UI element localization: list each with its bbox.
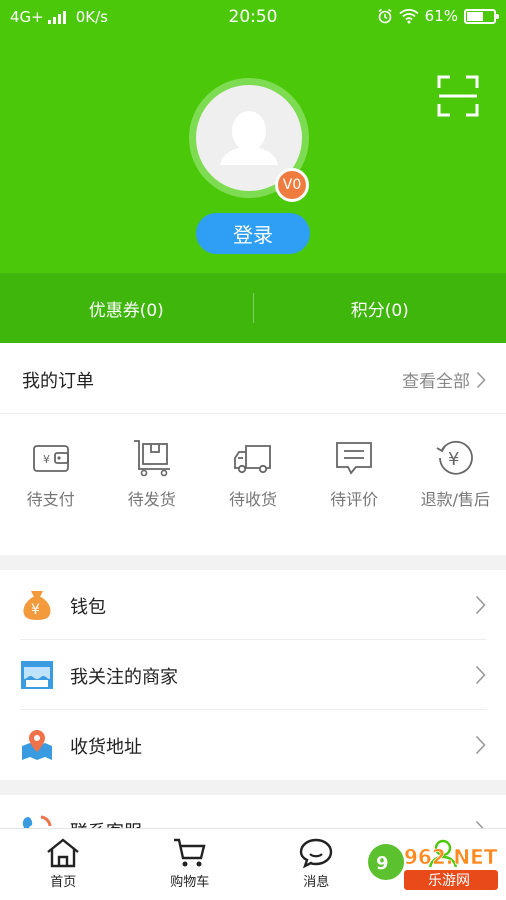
order-item-pending-payment[interactable]: ¥ 待支付 [0,438,101,510]
menu-item-shipping-address[interactable]: 收货地址 [0,710,506,780]
menu-item-followed-stores[interactable]: 我关注的商家 [0,640,506,710]
refund-icon: ¥ [436,440,474,475]
wallet-icon: ¥ [32,445,69,472]
scan-icon[interactable] [436,74,480,118]
status-bar: 4G+ 0K/s 20:50 61% [0,0,506,34]
order-label: 待收货 [228,490,277,509]
order-label: 待发货 [127,490,176,509]
menu-label: 钱包 [70,597,106,618]
watermark-logo: 9 962.NET 乐游网 [368,844,498,890]
orders-header: 我的订单 查看全部 [0,343,506,414]
tab-messages[interactable]: 消息 [253,829,380,900]
order-item-pending-receipt[interactable]: 待收货 [202,438,303,510]
message-icon [300,838,333,869]
truck-icon [234,445,271,474]
vip-level-badge: V0 [275,168,309,202]
stats-bar: 优惠券(0) 积分(0) [0,273,506,343]
order-status-list: ¥ 待支付 待发货 待收货 待评价 ¥ 退款/售后 [0,438,506,510]
svg-text:¥: ¥ [448,449,459,470]
chevron-right-icon [475,595,486,615]
chevron-right-icon [475,735,486,755]
chevron-right-icon [475,665,486,685]
orders-title: 我的订单 [22,371,94,392]
view-all-label: 查看全部 [402,372,470,392]
wifi-icon [399,9,419,24]
watermark-subtitle: 乐游网 [428,873,470,889]
home-icon [47,838,79,868]
status-right: 61% [377,7,499,25]
location-map-icon [22,730,52,760]
order-label: 待支付 [26,490,75,509]
package-icon [133,440,170,477]
store-icon [21,661,53,689]
svg-text:¥: ¥ [31,602,40,618]
order-item-refund[interactable]: ¥ 退款/售后 [405,438,506,510]
menu-label: 收货地址 [70,737,142,758]
money-bag-icon: ¥ [23,591,51,620]
comment-icon [336,442,373,475]
alarm-icon [378,8,392,24]
svg-text:¥: ¥ [43,453,50,466]
order-item-pending-shipment[interactable]: 待发货 [101,438,202,510]
menu-label: 我关注的商家 [70,667,178,688]
profile-header: 4G+ 0K/s 20:50 61% V0 登录 优惠券(0) 积分(0) [0,0,506,343]
points-link[interactable]: 积分(0) [254,296,506,321]
view-all-orders-link[interactable]: 查看全部 [402,367,486,392]
menu-list: ¥ 钱包 我关注的商家 收货地址 [0,570,506,780]
tab-home[interactable]: 首页 [0,829,127,900]
cart-icon [173,838,206,867]
tab-cart[interactable]: 购物车 [127,829,254,900]
battery-icon [464,8,499,24]
watermark-brand: 962.NET [404,845,498,869]
coupons-link[interactable]: 优惠券(0) [0,296,253,321]
orders-section: 我的订单 查看全部 ¥ 待支付 待发货 待收货 待评价 ¥ 退款/售后 [0,343,506,555]
login-button[interactable]: 登录 [196,213,310,254]
battery-fill [467,11,483,21]
chevron-right-icon [476,371,486,388]
order-item-pending-review[interactable]: 待评价 [304,438,405,510]
tab-label: 首页 [50,875,77,890]
menu-item-wallet[interactable]: ¥ 钱包 [0,570,506,640]
tab-label: 购物车 [170,875,210,890]
tab-label: 消息 [303,875,330,890]
battery-percent: 61% [424,7,458,25]
order-label: 退款/售后 [420,490,491,509]
order-label: 待评价 [330,490,379,509]
svg-text:9: 9 [376,853,389,874]
